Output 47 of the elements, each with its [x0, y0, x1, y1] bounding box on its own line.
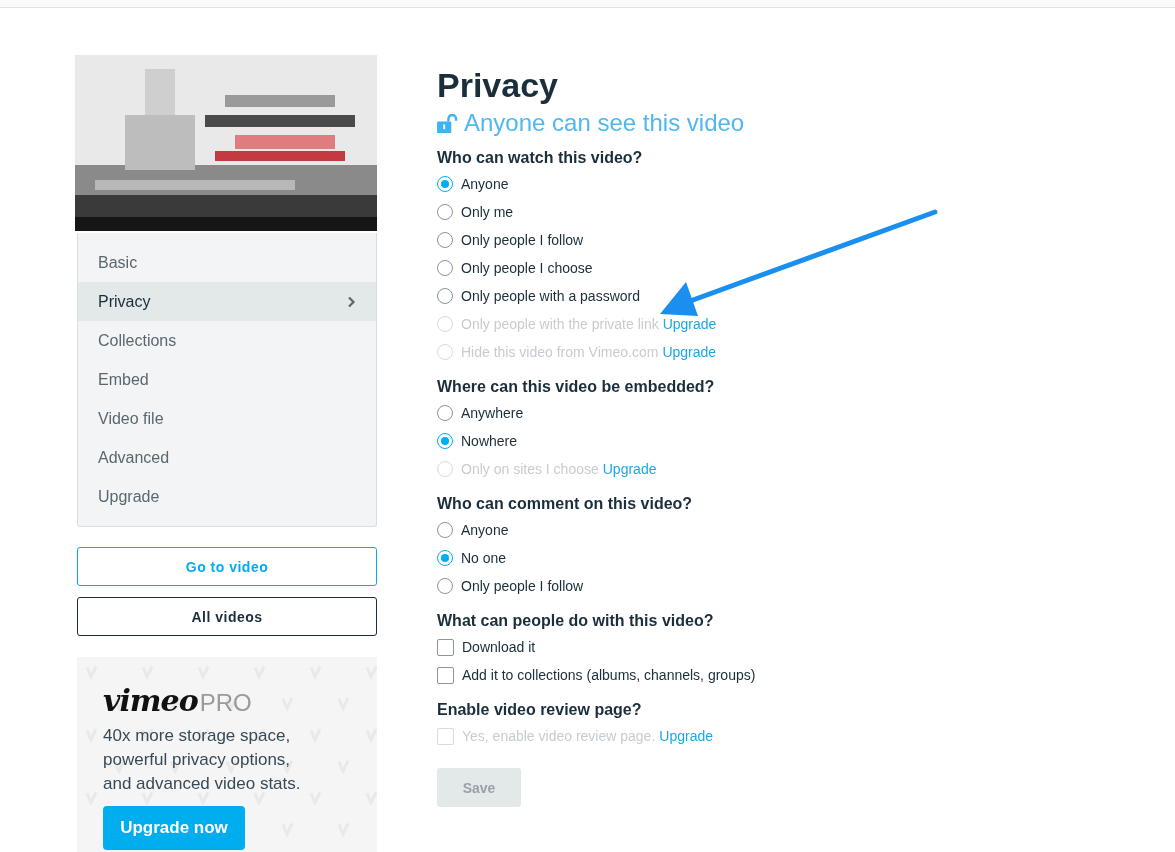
option-label: Yes, enable video review page. [462, 728, 656, 744]
checkbox[interactable] [437, 666, 454, 684]
chevron-icon [347, 295, 356, 308]
radio-button[interactable] [437, 176, 453, 192]
radio-button[interactable] [437, 405, 453, 421]
option-label: Anyone [461, 176, 509, 192]
page-title: Privacy [437, 65, 559, 105]
all-videos-button[interactable]: All videos [77, 597, 377, 636]
menu-item[interactable]: Advanced [78, 438, 376, 477]
option-label: No one [461, 550, 507, 566]
radio-button[interactable] [437, 288, 453, 304]
privacy-status: Anyone can see this video [464, 109, 745, 137]
radio-button[interactable] [437, 232, 453, 248]
section-heading: Who can comment on this video? [437, 494, 694, 514]
pro-label: PRO [199, 689, 252, 717]
option-label: Download it [462, 639, 536, 655]
option-label: Only people I follow [461, 578, 584, 594]
vimeo-logo: vimeo [103, 683, 198, 718]
radio-button[interactable] [437, 260, 453, 276]
checkbox[interactable] [437, 638, 454, 656]
option-label: Anywhere [461, 405, 524, 421]
menu-item[interactable]: Video file [78, 399, 376, 438]
option-label: Only people I follow [461, 232, 584, 248]
section-heading: What can people do with this video? [437, 611, 715, 631]
section-heading: Enable video review page? [437, 700, 643, 720]
radio-button[interactable] [437, 433, 453, 449]
radio-button[interactable] [437, 204, 453, 220]
option-label: Add it to collections (albums, channels, groups) [462, 667, 756, 683]
menu-item[interactable]: Embed [78, 360, 376, 399]
menu-item[interactable]: Basic [78, 243, 376, 282]
menu-item[interactable]: Upgrade [78, 477, 376, 516]
unlock-icon [437, 113, 458, 133]
menu-item[interactable]: Privacy [78, 282, 376, 321]
section-heading: Who can watch this video? [437, 148, 644, 168]
option-label: Only people with the private link [461, 316, 659, 332]
radio-button[interactable] [437, 550, 453, 566]
option-label: Only people I choose [461, 260, 593, 276]
option-label: Only people with a password [461, 288, 640, 304]
option-label: Anyone [461, 522, 509, 538]
section-heading: Where can this video be embedded? [437, 377, 716, 397]
option-label: Hide this video from Vimeo.com [461, 344, 659, 360]
option-label: Only me [461, 204, 514, 220]
radio-button[interactable] [437, 522, 453, 538]
radio-button[interactable] [437, 578, 453, 594]
menu-item[interactable]: Collections [78, 321, 376, 360]
promo-text: 40x more storage space, powerful privacy options, and advanced video stats. [103, 725, 302, 795]
option-label: Nowhere [461, 433, 518, 449]
